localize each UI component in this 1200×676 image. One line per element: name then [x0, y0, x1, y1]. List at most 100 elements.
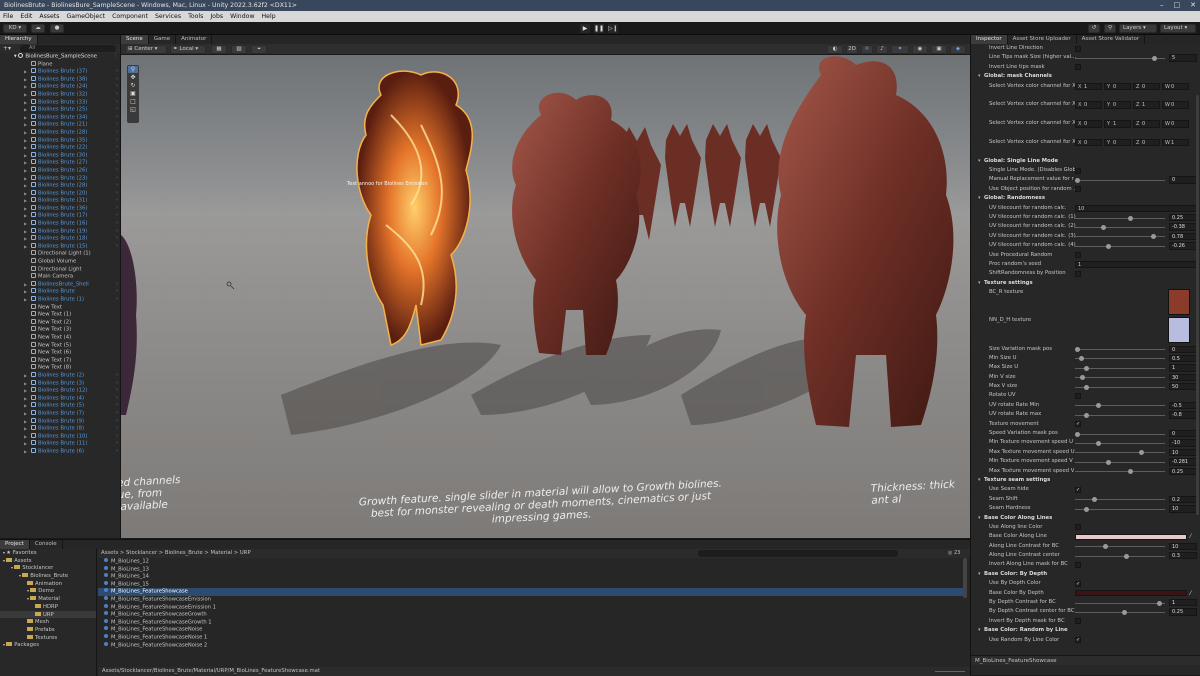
- property-value-field[interactable]: -0.5: [1169, 401, 1197, 410]
- slider-knob[interactable]: [1106, 243, 1112, 249]
- slider-knob[interactable]: [1151, 55, 1157, 61]
- open-prefab-icon[interactable]: ›: [116, 395, 118, 403]
- menu-item-jobs[interactable]: Jobs: [210, 13, 223, 20]
- slider-knob[interactable]: [1075, 177, 1080, 183]
- hierarchy-item[interactable]: New Text: [0, 303, 120, 312]
- audio-icon[interactable]: ♪: [876, 45, 888, 54]
- property-checkbox[interactable]: [1075, 167, 1081, 174]
- property-value-field[interactable]: -0.281: [1169, 458, 1197, 466]
- slider-knob[interactable]: [1127, 215, 1133, 221]
- expand-arrow-icon[interactable]: ▶: [24, 228, 27, 236]
- property-value-field[interactable]: 10: [1169, 505, 1197, 513]
- property-slider[interactable]: [1075, 431, 1165, 437]
- folder-tree-item[interactable]: Animation: [0, 580, 96, 588]
- property-value-field[interactable]: 0: [1169, 176, 1197, 184]
- expand-arrow-icon[interactable]: ▶: [24, 129, 27, 137]
- expand-arrow-icon[interactable]: ▶: [24, 182, 27, 190]
- vector-component-w[interactable]: W0: [1162, 82, 1189, 90]
- move-tool-icon[interactable]: ✥: [130, 74, 135, 81]
- folder-tree-item[interactable]: ▾ Stocklancer: [0, 564, 96, 572]
- play-icon[interactable]: ▶: [580, 24, 590, 33]
- hierarchy-item[interactable]: Directional Light: [0, 265, 120, 274]
- expand-arrow-icon[interactable]: ▶: [24, 68, 27, 76]
- property-value-field[interactable]: 10: [1169, 448, 1197, 457]
- layers-dropdown[interactable]: Layers ▾: [1119, 24, 1157, 33]
- open-prefab-icon[interactable]: ›: [116, 182, 118, 190]
- section-header[interactable]: Base Color: Random by Line: [971, 626, 1200, 636]
- property-value-field[interactable]: 30: [1169, 373, 1197, 382]
- vector-component-z[interactable]: Z0: [1133, 138, 1160, 147]
- menu-item-assets[interactable]: Assets: [39, 13, 59, 20]
- folder-tree-item[interactable]: HDRP: [0, 603, 96, 611]
- cloud-icon[interactable]: ☁: [31, 24, 45, 33]
- hierarchy-item[interactable]: ▶ Biolines Brute (27) ›: [0, 159, 120, 167]
- property-checkbox[interactable]: [1075, 186, 1081, 193]
- expand-arrow-icon[interactable]: ▶: [24, 106, 27, 114]
- property-value-field[interactable]: 10: [1075, 204, 1197, 213]
- section-header[interactable]: Texture seam settings: [971, 476, 1200, 486]
- expand-arrow-icon[interactable]: ▶: [24, 159, 27, 167]
- expand-arrow-icon[interactable]: ▶: [24, 395, 27, 403]
- expand-arrow-icon[interactable]: ▶: [24, 402, 27, 410]
- vector-component-x[interactable]: X1: [1075, 82, 1102, 90]
- property-slider[interactable]: [1075, 469, 1165, 475]
- expand-arrow-icon[interactable]: ▶: [24, 387, 27, 395]
- hierarchy-search-input[interactable]: All: [20, 45, 116, 52]
- hierarchy-item[interactable]: Plane: [0, 60, 120, 69]
- vector-component-w[interactable]: W0: [1162, 120, 1189, 128]
- property-value-field[interactable]: 10: [1169, 542, 1197, 551]
- property-slider[interactable]: [1075, 544, 1165, 550]
- slider-knob[interactable]: [1083, 365, 1089, 371]
- property-slider[interactable]: [1075, 215, 1165, 221]
- tab-inspector[interactable]: Inspector: [971, 35, 1008, 44]
- open-prefab-icon[interactable]: ›: [116, 121, 118, 129]
- hierarchy-item[interactable]: ▶ Biolines Brute (37) ›: [0, 68, 120, 76]
- rect-tool-icon[interactable]: □: [130, 98, 136, 105]
- open-prefab-icon[interactable]: ›: [116, 99, 118, 107]
- asset-list-item[interactable]: M_BioLines_FeatureShowcaseNoise 1: [98, 633, 963, 642]
- inspector-scrollbar[interactable]: [1196, 95, 1199, 515]
- open-prefab-icon[interactable]: ›: [116, 68, 118, 76]
- slider-knob[interactable]: [1096, 440, 1102, 446]
- open-prefab-icon[interactable]: ›: [116, 235, 118, 243]
- expand-arrow-icon[interactable]: ▶: [24, 83, 27, 91]
- hierarchy-item[interactable]: ▶ Biolines Brute (18) ›: [0, 235, 120, 243]
- project-search-input[interactable]: [698, 550, 898, 557]
- hierarchy-item[interactable]: ▶ Biolines Brute (31) ›: [0, 197, 120, 205]
- open-prefab-icon[interactable]: ›: [116, 220, 118, 228]
- menu-item-edit[interactable]: Edit: [20, 13, 32, 20]
- hierarchy-item[interactable]: ▶ Biolines Brute (32) ›: [0, 90, 120, 99]
- folder-tree-item[interactable]: ▾ Biolines_Brute: [0, 572, 96, 580]
- asset-list-item[interactable]: M_BioLines_FeatureShowcaseNoise 2: [98, 641, 963, 650]
- expand-arrow-icon[interactable]: ▶: [24, 433, 27, 441]
- breadcrumb[interactable]: Assets > Stocklancer > Biolines_Brute > …: [101, 550, 251, 557]
- hierarchy-item[interactable]: ▶ Biolines Brute (19) ›: [0, 227, 120, 236]
- section-header[interactable]: Global: mask Channels: [971, 72, 1200, 82]
- property-slider[interactable]: [1075, 384, 1165, 390]
- hierarchy-item[interactable]: ▶ Biolines Brute (25) ›: [0, 106, 120, 114]
- slider-knob[interactable]: [1127, 469, 1133, 475]
- open-prefab-icon[interactable]: ›: [116, 190, 118, 198]
- transform-tool-icon[interactable]: ◱: [130, 106, 136, 113]
- camera-icon[interactable]: ▣: [931, 45, 947, 54]
- property-value-field[interactable]: 5: [1169, 54, 1197, 62]
- open-prefab-icon[interactable]: ›: [116, 433, 118, 441]
- hierarchy-item[interactable]: ▶ Biolines Brute (17) ›: [0, 212, 120, 220]
- vector-component-x[interactable]: X0: [1075, 138, 1102, 147]
- view-tool-icon[interactable]: ⚲: [128, 66, 138, 73]
- slider-knob[interactable]: [1105, 459, 1111, 465]
- section-header[interactable]: Texture settings: [971, 279, 1200, 289]
- open-prefab-icon[interactable]: ›: [116, 137, 118, 145]
- hierarchy-item[interactable]: ▶ Biolines Brute (16) ›: [0, 220, 120, 228]
- property-checkbox[interactable]: [1075, 561, 1081, 568]
- property-slider[interactable]: [1075, 553, 1165, 559]
- expand-arrow-icon[interactable]: ▶: [24, 121, 27, 129]
- gizmos-icon[interactable]: ◈: [950, 45, 966, 54]
- asset-list-item[interactable]: M_BioLines_FeatureShowcaseNoise: [98, 626, 963, 634]
- hierarchy-item[interactable]: Global Volume: [0, 258, 120, 266]
- eyedropper-icon[interactable]: ⁄: [1190, 589, 1191, 598]
- 2d-toggle[interactable]: 2D: [846, 45, 858, 54]
- property-value-field[interactable]: -0.26: [1169, 242, 1197, 250]
- open-prefab-icon[interactable]: ›: [116, 228, 118, 236]
- layout-dropdown[interactable]: Layout ▾: [1160, 24, 1196, 33]
